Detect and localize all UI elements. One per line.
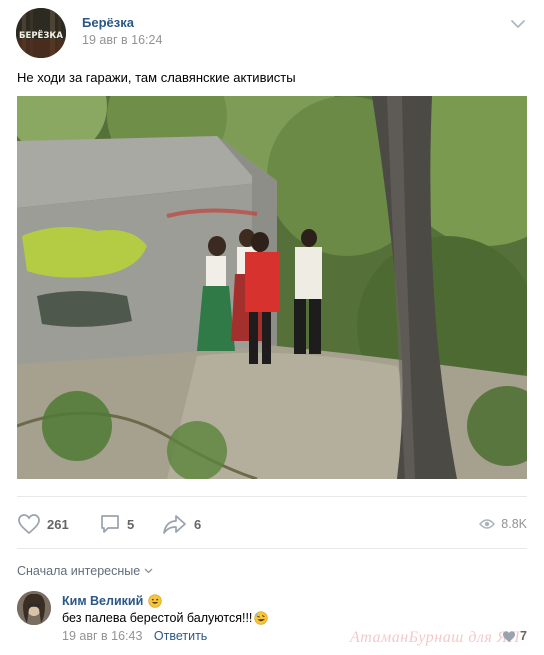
grinning-emoji-icon xyxy=(148,594,162,608)
watermark: АтаманБурнаш для ЯП xyxy=(350,629,520,646)
comment-author: Ким Великий xyxy=(62,594,162,608)
rofl-emoji-icon xyxy=(254,611,269,625)
comment-author-name[interactable]: Ким Великий xyxy=(62,594,143,608)
likes-count: 261 xyxy=(47,516,69,532)
comment-meta: 19 авг в 16:43 Ответить xyxy=(62,629,207,643)
views-counter: 8.8K xyxy=(479,510,527,538)
reply-link[interactable]: Ответить xyxy=(154,629,207,643)
post-actions: 261 5 6 8.8K xyxy=(17,510,527,538)
comment-bubble-icon xyxy=(101,515,119,533)
comment-button[interactable]: 5 xyxy=(99,510,134,538)
group-name-link[interactable]: Берёзка xyxy=(82,15,134,30)
chevron-down-icon xyxy=(144,568,153,574)
group-avatar[interactable]: БЕРЁЗКА xyxy=(16,8,66,58)
post-text: Не ходи за гаражи, там славянские активи… xyxy=(17,70,296,85)
heart-icon xyxy=(503,630,516,642)
comments-count: 5 xyxy=(127,516,135,532)
share-arrow-icon xyxy=(163,515,186,534)
eye-icon xyxy=(479,519,496,529)
heart-icon xyxy=(18,514,40,535)
like-button[interactable]: 261 xyxy=(17,510,69,538)
post-date[interactable]: 19 авг в 16:24 xyxy=(82,33,162,47)
avatar-logo-text: БЕРЁЗКА xyxy=(19,30,63,41)
post-menu-chevron-icon[interactable] xyxy=(510,16,528,30)
comment-author-avatar[interactable] xyxy=(17,591,51,625)
comments-sort-dropdown[interactable]: Сначала интересные xyxy=(17,564,153,578)
comment-text-content: без палева берестой балуются!!! xyxy=(62,611,253,625)
post-photo[interactable] xyxy=(17,96,527,479)
views-count: 8.8K xyxy=(501,517,527,531)
post-header: БЕРЁЗКА Берёзка 19 авг в 16:24 xyxy=(16,8,528,58)
comment-text: без палева берестой балуются!!! xyxy=(62,611,269,625)
comment-date[interactable]: 19 авг в 16:43 xyxy=(62,629,142,643)
avatar-image xyxy=(17,591,51,625)
share-button[interactable]: 6 xyxy=(162,510,201,538)
comments-divider xyxy=(17,548,527,549)
comments-sort-label: Сначала интересные xyxy=(17,564,141,578)
post-photo-scene xyxy=(17,96,527,479)
actions-divider-top xyxy=(17,496,527,497)
comment-like-button[interactable]: 7 xyxy=(502,629,527,643)
shares-count: 6 xyxy=(194,516,202,532)
comment-likes-count: 7 xyxy=(520,629,527,643)
group-avatar-image: БЕРЁЗКА xyxy=(16,8,66,58)
